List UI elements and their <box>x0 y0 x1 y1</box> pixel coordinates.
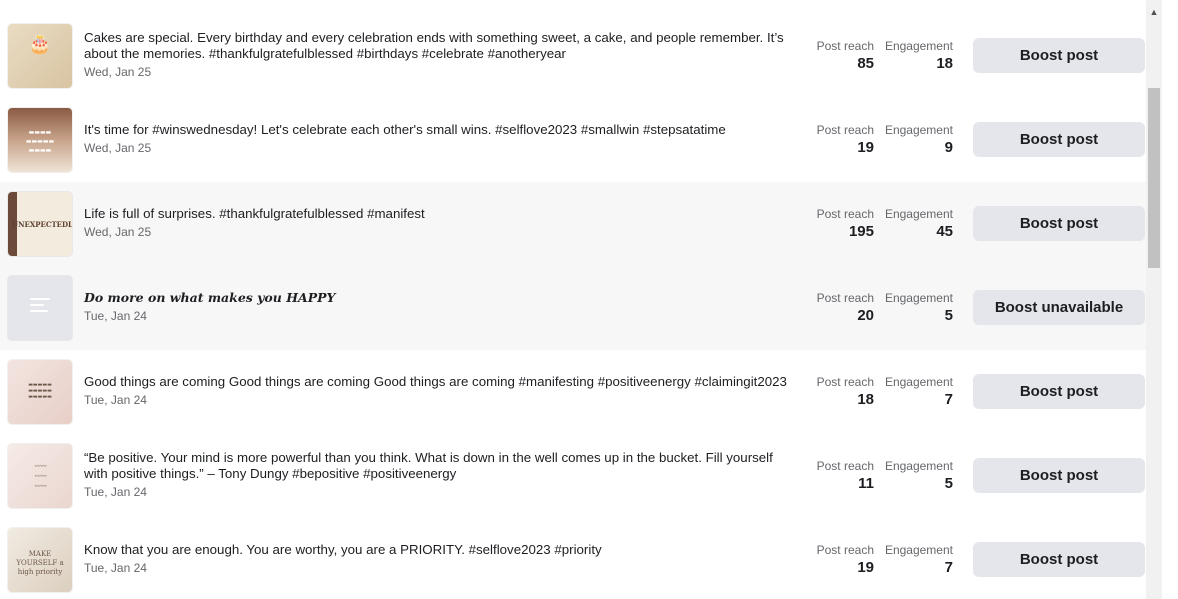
text-post-placeholder[interactable] <box>8 276 72 340</box>
post-row[interactable]: UNEXPECTEDLY Life is full of surprises. … <box>0 182 1146 266</box>
text-lines-icon <box>30 298 50 316</box>
surprises-thumbnail[interactable]: UNEXPECTEDLY <box>8 192 72 256</box>
thumbnail-text-lines: ▬▬▬▬▬ ▬▬▬▬▬ ▬▬▬▬▬ <box>28 382 52 400</box>
engagement-value: 9 <box>944 139 953 156</box>
boost-post-button[interactable]: Boost post <box>973 458 1145 493</box>
thumbnail-script-lines: 〰〰 〰〰 〰〰 <box>33 463 46 490</box>
engagement-label: Engagement <box>884 39 953 53</box>
boost-unavailable-button[interactable]: Boost unavailable <box>973 290 1145 325</box>
post-reach-label: Post reach <box>816 291 874 305</box>
post-reach-value: 195 <box>848 223 874 240</box>
post-reach-label: Post reach <box>816 459 874 473</box>
engagement-label: Engagement <box>884 123 953 137</box>
post-caption[interactable]: Do more on what makes you HAPPY <box>84 290 799 306</box>
post-reach-label: Post reach <box>816 543 874 557</box>
post-reach-value: 19 <box>857 559 874 576</box>
engagement-label: Engagement <box>884 459 953 473</box>
engagement-label: Engagement <box>884 207 953 221</box>
post-caption[interactable]: “Be positive. Your mind is more powerful… <box>84 450 799 482</box>
post-reach-value: 18 <box>857 391 874 408</box>
post-caption[interactable]: Know that you are enough. You are worthy… <box>84 542 799 558</box>
post-date: Wed, Jan 25 <box>84 225 152 239</box>
post-row[interactable]: Do more on what makes you HAPPY Tue, Jan… <box>0 266 1146 350</box>
post-reach-label: Post reach <box>816 375 874 389</box>
boost-post-button[interactable]: Boost post <box>973 374 1145 409</box>
post-caption[interactable]: Cakes are special. Every birthday and ev… <box>84 30 799 62</box>
birthday-cake-thumbnail[interactable]: 🎂 <box>8 24 72 88</box>
scroll-up-arrow-icon[interactable]: ▲ <box>1148 6 1160 18</box>
post-row[interactable]: ▬▬▬▬ ▬▬▬▬▬ ▬▬▬▬ It's time for #winswednesd… <box>0 98 1146 182</box>
thumbnail-text: MAKE YOURSELF a high priority <box>16 550 64 576</box>
post-reach-value: 11 <box>858 475 874 492</box>
engagement-label: Engagement <box>884 375 953 389</box>
engagement-value: 5 <box>944 475 953 492</box>
scrollbar-thumb[interactable] <box>1148 88 1160 268</box>
boost-post-button[interactable]: Boost post <box>973 122 1145 157</box>
thumbnail-text-lines: ▬▬▬▬ ▬▬▬▬▬ ▬▬▬▬ <box>25 129 55 154</box>
thumbnail-text: 🎂 <box>28 34 52 55</box>
post-reach-value: 20 <box>857 307 874 324</box>
post-date: Wed, Jan 25 <box>84 141 152 155</box>
post-reach-label: Post reach <box>816 39 874 53</box>
thumbnail-text: UNEXPECTEDLY <box>12 220 72 229</box>
post-caption[interactable]: Life is full of surprises. #thankfulgrat… <box>84 206 799 222</box>
post-date: Wed, Jan 25 <box>84 65 152 79</box>
post-row[interactable]: 〰〰 〰〰 〰〰 “Be positive. Your mind is more p… <box>0 434 1146 518</box>
priority-thumbnail[interactable]: MAKE YOURSELF a high priority <box>8 528 72 592</box>
post-reach-label: Post reach <box>816 123 874 137</box>
post-row[interactable]: MAKE YOURSELF a high priority Know that … <box>0 518 1146 599</box>
engagement-value: 18 <box>936 55 953 72</box>
post-date: Tue, Jan 24 <box>84 309 147 323</box>
post-date: Tue, Jan 24 <box>84 485 147 499</box>
be-positive-thumbnail[interactable]: 〰〰 〰〰 〰〰 <box>8 444 72 508</box>
post-row[interactable]: ▬▬▬▬▬ ▬▬▬▬▬ ▬▬▬▬▬ Good things are coming G… <box>0 350 1146 434</box>
post-date: Tue, Jan 24 <box>84 393 147 407</box>
good-things-thumbnail[interactable]: ▬▬▬▬▬ ▬▬▬▬▬ ▬▬▬▬▬ <box>8 360 72 424</box>
post-reach-value: 19 <box>857 139 874 156</box>
engagement-label: Engagement <box>884 291 953 305</box>
post-row[interactable]: 🎂 Cakes are special. Every birthday and … <box>0 14 1146 98</box>
post-caption[interactable]: It's time for #winswednesday! Let's cele… <box>84 122 799 138</box>
posts-list: 🎂 Cakes are special. Every birthday and … <box>0 0 1146 599</box>
wins-wednesday-thumbnail[interactable]: ▬▬▬▬ ▬▬▬▬▬ ▬▬▬▬ <box>8 108 72 172</box>
post-date: Tue, Jan 24 <box>84 561 147 575</box>
post-reach-value: 85 <box>857 55 874 72</box>
post-caption[interactable]: Good things are coming Good things are c… <box>84 374 799 390</box>
engagement-label: Engagement <box>884 543 953 557</box>
engagement-value: 5 <box>944 307 953 324</box>
boost-post-button[interactable]: Boost post <box>973 206 1145 241</box>
engagement-value: 7 <box>944 391 953 408</box>
boost-post-button[interactable]: Boost post <box>973 38 1145 73</box>
post-reach-label: Post reach <box>816 207 874 221</box>
engagement-value: 45 <box>936 223 953 240</box>
engagement-value: 7 <box>944 559 953 576</box>
boost-post-button[interactable]: Boost post <box>973 542 1145 577</box>
